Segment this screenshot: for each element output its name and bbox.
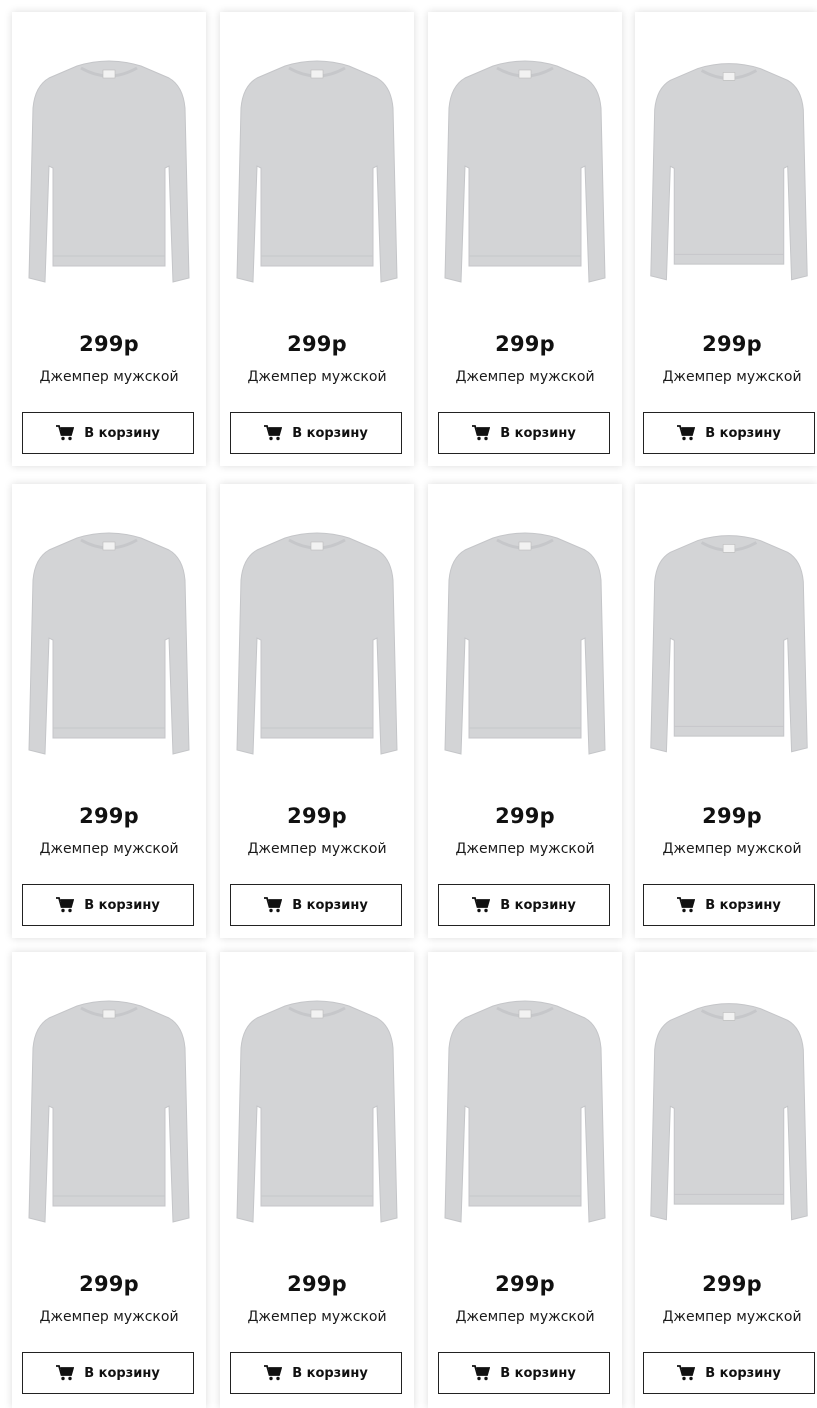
cart-icon — [677, 425, 696, 441]
sweater-image[interactable] — [428, 528, 622, 778]
product-grid: 299р Джемпер мужской В корзину 299р Джем… — [0, 0, 817, 1408]
add-to-cart-button[interactable]: В корзину — [230, 1352, 402, 1394]
cart-icon — [472, 425, 491, 441]
sweater-image[interactable] — [220, 56, 414, 306]
add-to-cart-label: В корзину — [84, 425, 160, 441]
add-to-cart-button[interactable]: В корзину — [438, 412, 610, 454]
product-price: 299р — [287, 1272, 347, 1296]
product-card[interactable]: 299р Джемпер мужской В корзину — [220, 12, 414, 466]
cart-icon — [264, 897, 283, 913]
product-card[interactable]: 299р Джемпер мужской В корзину — [428, 952, 622, 1408]
add-to-cart-label: В корзину — [500, 897, 576, 913]
add-to-cart-label: В корзину — [705, 1365, 781, 1381]
product-card[interactable]: 299р Джемпер мужской В корзину — [12, 484, 206, 938]
sweater-image[interactable] — [428, 56, 622, 306]
product-price: 299р — [495, 332, 555, 356]
add-to-cart-label: В корзину — [705, 425, 781, 441]
product-price: 299р — [495, 804, 555, 828]
product-card[interactable]: 299р Джемпер мужской В корзину — [220, 484, 414, 938]
add-to-cart-button[interactable]: В корзину — [643, 1352, 815, 1394]
sweater-image[interactable] — [641, 56, 817, 306]
cart-icon — [56, 425, 75, 441]
product-price: 299р — [79, 804, 139, 828]
cart-icon — [264, 425, 283, 441]
add-to-cart-button[interactable]: В корзину — [643, 884, 815, 926]
product-price: 299р — [702, 804, 762, 828]
add-to-cart-label: В корзину — [84, 897, 160, 913]
sweater-image[interactable] — [12, 528, 206, 778]
sweater-image[interactable] — [428, 996, 622, 1246]
sweater-image[interactable] — [220, 996, 414, 1246]
product-title[interactable]: Джемпер мужской — [12, 369, 206, 385]
product-title[interactable]: Джемпер мужской — [428, 1309, 622, 1325]
product-card[interactable]: 299р Джемпер мужской В корзину — [12, 952, 206, 1408]
add-to-cart-button[interactable]: В корзину — [230, 884, 402, 926]
add-to-cart-button[interactable]: В корзину — [438, 1352, 610, 1394]
product-card[interactable]: 299р Джемпер мужской В корзину — [428, 484, 622, 938]
add-to-cart-button[interactable]: В корзину — [22, 884, 194, 926]
sweater-image[interactable] — [220, 528, 414, 778]
sweater-image[interactable] — [12, 56, 206, 306]
product-title[interactable]: Джемпер мужской — [643, 1309, 817, 1325]
product-price: 299р — [702, 332, 762, 356]
add-to-cart-button[interactable]: В корзину — [438, 884, 610, 926]
product-title[interactable]: Джемпер мужской — [12, 1309, 206, 1325]
product-title[interactable]: Джемпер мужской — [428, 369, 622, 385]
cart-icon — [677, 897, 696, 913]
product-card[interactable]: 299р Джемпер мужской В корзину — [220, 952, 414, 1408]
product-title[interactable]: Джемпер мужской — [428, 841, 622, 857]
product-card[interactable]: 299р Джемпер мужской В корзину — [12, 12, 206, 466]
sweater-image[interactable] — [12, 996, 206, 1246]
add-to-cart-label: В корзину — [292, 425, 368, 441]
add-to-cart-label: В корзину — [500, 1365, 576, 1381]
product-card[interactable]: 299р Джемпер мужской В корзину — [635, 952, 817, 1408]
product-price: 299р — [702, 1272, 762, 1296]
add-to-cart-label: В корзину — [84, 1365, 160, 1381]
sweater-image[interactable] — [641, 528, 817, 778]
sweater-image[interactable] — [641, 996, 817, 1246]
product-price: 299р — [287, 804, 347, 828]
cart-icon — [472, 897, 491, 913]
product-title[interactable]: Джемпер мужской — [12, 841, 206, 857]
add-to-cart-label: В корзину — [705, 897, 781, 913]
add-to-cart-button[interactable]: В корзину — [22, 1352, 194, 1394]
product-price: 299р — [79, 1272, 139, 1296]
cart-icon — [677, 1365, 696, 1381]
product-price: 299р — [79, 332, 139, 356]
cart-icon — [56, 1365, 75, 1381]
add-to-cart-button[interactable]: В корзину — [230, 412, 402, 454]
product-title[interactable]: Джемпер мужской — [220, 841, 414, 857]
product-title[interactable]: Джемпер мужской — [643, 369, 817, 385]
product-title[interactable]: Джемпер мужской — [220, 1309, 414, 1325]
add-to-cart-button[interactable]: В корзину — [643, 412, 815, 454]
cart-icon — [472, 1365, 491, 1381]
cart-icon — [56, 897, 75, 913]
product-price: 299р — [495, 1272, 555, 1296]
product-title[interactable]: Джемпер мужской — [643, 841, 817, 857]
product-card[interactable]: 299р Джемпер мужской В корзину — [635, 484, 817, 938]
add-to-cart-button[interactable]: В корзину — [22, 412, 194, 454]
add-to-cart-label: В корзину — [500, 425, 576, 441]
add-to-cart-label: В корзину — [292, 897, 368, 913]
cart-icon — [264, 1365, 283, 1381]
product-card[interactable]: 299р Джемпер мужской В корзину — [428, 12, 622, 466]
add-to-cart-label: В корзину — [292, 1365, 368, 1381]
product-card[interactable]: 299р Джемпер мужской В корзину — [635, 12, 817, 466]
product-price: 299р — [287, 332, 347, 356]
product-title[interactable]: Джемпер мужской — [220, 369, 414, 385]
